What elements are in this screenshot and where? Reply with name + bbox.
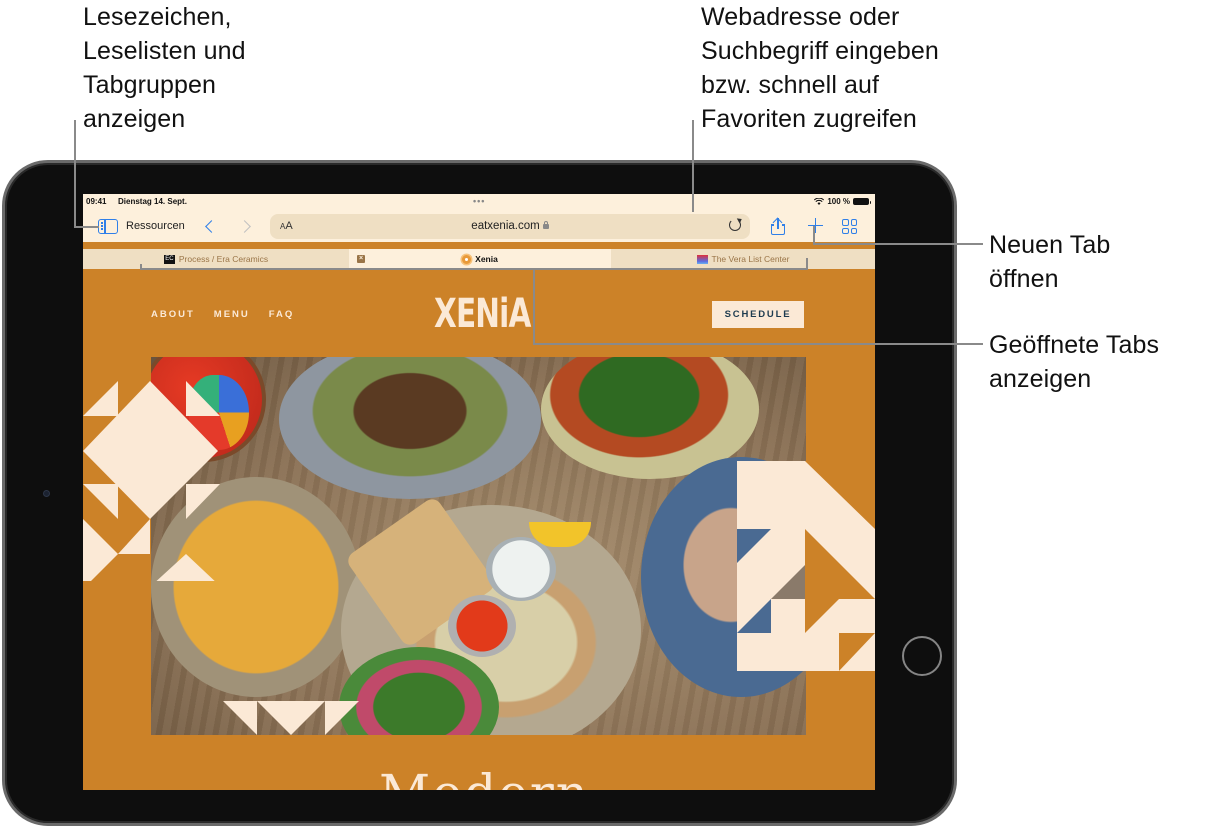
geometric-pattern-right	[737, 461, 875, 671]
tab-xenia[interactable]: × Xenia	[349, 249, 611, 269]
tab-process-era-ceramics[interactable]: EC Process / Era Ceramics	[83, 249, 349, 269]
leader-line-new-tab-h	[813, 243, 983, 245]
battery-icon	[853, 198, 871, 205]
lock-icon	[542, 220, 549, 229]
hero-food-photo	[151, 357, 806, 735]
leader-line-tabs-out	[533, 343, 983, 345]
vera-list-favicon-icon	[696, 254, 708, 264]
status-time: 09:41	[86, 197, 107, 206]
leader-line-sidebar-h	[74, 226, 99, 228]
status-bar: 09:41 Dienstag 14. Sept. ••• 100 %	[83, 194, 875, 210]
forward-button[interactable]	[238, 215, 251, 236]
geometric-pattern-bottom	[223, 701, 359, 735]
back-button[interactable]	[205, 215, 218, 236]
status-date: Dienstag 14. Sept.	[118, 197, 187, 206]
reload-icon[interactable]	[729, 219, 741, 231]
sauce-cup-white	[486, 537, 556, 601]
tab-overview-icon[interactable]	[842, 219, 857, 234]
geometric-pattern-left	[83, 381, 220, 581]
xenia-favicon-icon	[462, 254, 472, 264]
leader-line-new-tab-v	[813, 226, 815, 244]
sidebar-toggle-icon[interactable]	[98, 219, 118, 234]
callout-new-tab: Neuen Tab öffnen	[989, 231, 1111, 293]
tab-title: The Vera List Center	[711, 254, 790, 264]
sauce-cup-red	[448, 595, 516, 657]
section-heading: Modern	[379, 764, 590, 790]
webpage: ABOUT MENU FAQ XENiA SCHEDULE	[83, 269, 875, 790]
leader-line-sidebar	[74, 120, 76, 227]
schedule-button[interactable]: SCHEDULE	[712, 301, 804, 328]
safari-toolbar: Ressourcen AA eatxenia.com	[83, 210, 875, 242]
close-tab-icon[interactable]: ×	[357, 255, 365, 263]
tab-title: Process / Era Ceramics	[178, 254, 269, 264]
multitasking-dots-icon[interactable]: •••	[473, 196, 485, 206]
tab-title: Xenia	[475, 254, 498, 264]
era-ceramics-favicon-icon: EC	[163, 254, 175, 264]
callout-address: Webadresse oder Suchbegriff eingeben bzw…	[701, 3, 939, 133]
tab-vera-list-center[interactable]: The Vera List Center	[611, 249, 875, 269]
nav-menu[interactable]: MENU	[214, 309, 250, 320]
callout-sidebar: Lesezeichen, Leselisten und Tabgruppen a…	[83, 3, 246, 133]
nav-faq[interactable]: FAQ	[269, 309, 295, 320]
tab-group-label[interactable]: Ressourcen	[126, 220, 185, 232]
camera-icon	[43, 490, 50, 497]
chevron-right-icon	[238, 220, 251, 233]
share-icon[interactable]	[771, 217, 785, 236]
nav-about[interactable]: ABOUT	[151, 309, 195, 320]
ipad-screen: 09:41 Dienstag 14. Sept. ••• 100 % Resso…	[83, 194, 875, 790]
leader-line-tabs-right	[806, 258, 808, 269]
battery-percent: 100 %	[827, 197, 850, 206]
tab-bar: EC Process / Era Ceramics × Xenia The Ve…	[83, 249, 875, 269]
leader-line-tabs-mid	[533, 268, 535, 344]
chevron-left-icon	[205, 220, 218, 233]
address-bar[interactable]: AA eatxenia.com	[270, 214, 750, 239]
home-button[interactable]	[902, 636, 942, 676]
callout-open-tabs: Geöffnete Tabs anzeigen	[989, 331, 1160, 393]
leader-line-address	[692, 120, 694, 212]
leader-line-tabs-h	[140, 268, 808, 270]
url-field[interactable]: eatxenia.com	[270, 220, 750, 232]
site-logo[interactable]: XENiA	[434, 291, 531, 337]
new-tab-button[interactable]	[808, 218, 823, 233]
wifi-icon	[814, 198, 825, 205]
site-nav: ABOUT MENU FAQ	[151, 309, 294, 320]
